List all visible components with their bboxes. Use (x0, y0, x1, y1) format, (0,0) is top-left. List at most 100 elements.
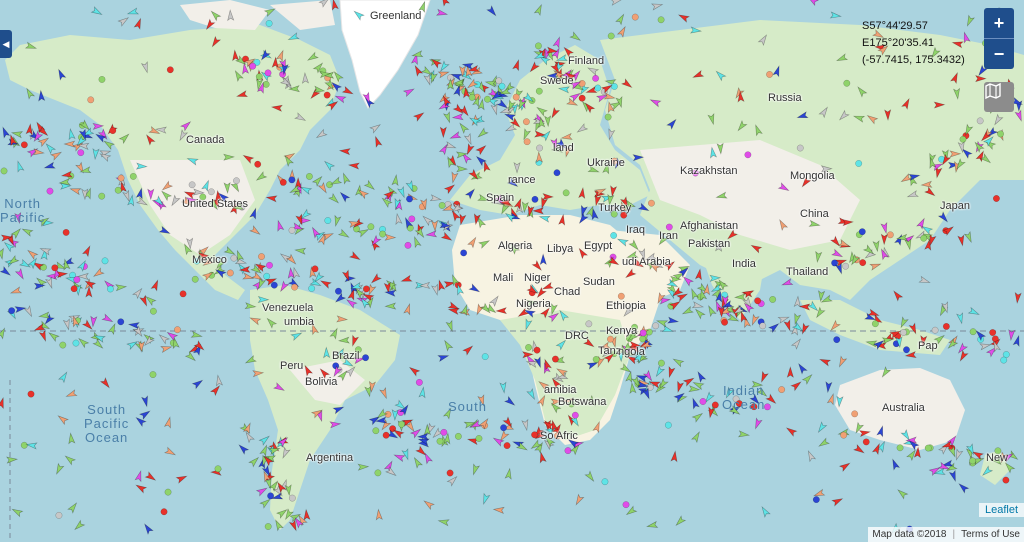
vessel-arrow-icon[interactable] (535, 286, 547, 300)
vessel-arrow-icon[interactable] (249, 225, 262, 237)
stationary-vessel-dot-icon[interactable] (959, 135, 967, 143)
vessel-arrow-icon[interactable] (414, 226, 426, 239)
vessel-arrow-icon[interactable] (753, 124, 763, 137)
vessel-arrow-icon[interactable] (689, 26, 703, 34)
vessel-arrow-icon[interactable] (58, 371, 69, 384)
vessel-arrow-icon[interactable] (632, 154, 645, 162)
vessel-arrow-icon[interactable] (790, 380, 803, 392)
stationary-vessel-dot-icon[interactable] (379, 230, 387, 238)
vessel-arrow-icon[interactable] (309, 323, 320, 336)
vessel-arrow-icon[interactable] (127, 321, 140, 330)
vessel-arrow-icon[interactable] (133, 17, 143, 30)
vessel-arrow-icon[interactable] (435, 8, 449, 17)
stationary-vessel-dot-icon[interactable] (46, 187, 54, 195)
stationary-vessel-dot-icon[interactable] (149, 371, 157, 379)
vessel-arrow-icon[interactable] (6, 456, 19, 464)
vessel-arrow-icon[interactable] (285, 253, 298, 266)
vessel-arrow-icon[interactable] (508, 242, 521, 255)
vessel-arrow-icon[interactable] (37, 136, 50, 148)
vessel-arrow-icon[interactable] (233, 69, 244, 82)
vessel-arrow-icon[interactable] (38, 89, 46, 102)
vessel-arrow-icon[interactable] (1014, 109, 1024, 122)
vessel-arrow-icon[interactable] (632, 258, 645, 269)
stationary-vessel-dot-icon[interactable] (475, 435, 483, 442)
vessel-arrow-icon[interactable] (587, 65, 600, 76)
vessel-arrow-icon[interactable] (796, 362, 808, 375)
vessel-arrow-icon[interactable] (990, 457, 1003, 465)
vessel-arrow-icon[interactable] (449, 131, 462, 141)
stationary-vessel-dot-icon[interactable] (481, 353, 489, 361)
stationary-vessel-dot-icon[interactable] (279, 178, 287, 186)
vessel-arrow-icon[interactable] (726, 229, 739, 241)
vessel-arrow-icon[interactable] (584, 470, 596, 483)
stationary-vessel-dot-icon[interactable] (610, 157, 618, 165)
vessel-arrow-icon[interactable] (523, 318, 533, 331)
vessel-arrow-icon[interactable] (134, 469, 144, 483)
vessel-arrow-icon[interactable] (488, 294, 501, 307)
stationary-vessel-dot-icon[interactable] (438, 201, 446, 209)
vessel-arrow-icon[interactable] (442, 339, 454, 352)
vessel-arrow-icon[interactable] (180, 120, 192, 132)
vessel-arrow-icon[interactable] (38, 329, 48, 342)
vessel-arrow-icon[interactable] (363, 179, 377, 192)
vessel-arrow-icon[interactable] (637, 202, 651, 213)
stationary-vessel-dot-icon[interactable] (415, 378, 423, 386)
vessel-arrow-icon[interactable] (542, 193, 555, 201)
stationary-vessel-dot-icon[interactable] (601, 478, 609, 486)
vessel-arrow-icon[interactable] (451, 113, 464, 121)
vessel-arrow-icon[interactable] (562, 45, 575, 58)
vessel-arrow-icon[interactable] (391, 173, 399, 187)
vessel-arrow-icon[interactable] (908, 322, 918, 335)
vessel-arrow-icon[interactable] (817, 437, 831, 448)
vessel-arrow-icon[interactable] (692, 69, 705, 80)
vessel-arrow-icon[interactable] (0, 396, 6, 410)
vessel-arrow-icon[interactable] (503, 395, 517, 408)
stationary-vessel-dot-icon[interactable] (362, 285, 370, 293)
stationary-vessel-dot-icon[interactable] (657, 359, 665, 367)
vessel-arrow-icon[interactable] (161, 180, 174, 192)
vessel-arrow-icon[interactable] (537, 379, 550, 391)
vessel-arrow-icon[interactable] (425, 230, 438, 238)
stationary-vessel-dot-icon[interactable] (871, 320, 879, 328)
vessel-arrow-icon[interactable] (132, 325, 145, 338)
stationary-vessel-dot-icon[interactable] (191, 275, 199, 283)
vessel-arrow-icon[interactable] (552, 36, 562, 49)
vessel-arrow-icon[interactable] (348, 251, 362, 262)
stationary-vessel-dot-icon[interactable] (323, 91, 331, 99)
stationary-vessel-dot-icon[interactable] (98, 192, 106, 200)
vessel-arrow-icon[interactable] (709, 146, 718, 159)
vessel-arrow-icon[interactable] (837, 238, 851, 249)
stationary-vessel-dot-icon[interactable] (460, 249, 468, 257)
vessel-arrow-icon[interactable] (223, 153, 235, 161)
vessel-arrow-icon[interactable] (408, 365, 421, 377)
stationary-vessel-dot-icon[interactable] (55, 511, 63, 519)
vessel-arrow-icon[interactable] (418, 281, 431, 289)
vessel-arrow-icon[interactable] (244, 355, 257, 366)
vessel-arrow-icon[interactable] (949, 71, 960, 85)
vessel-arrow-icon[interactable] (829, 235, 842, 248)
vessel-arrow-icon[interactable] (403, 303, 413, 316)
vessel-arrow-icon[interactable] (965, 14, 975, 27)
stationary-vessel-dot-icon[interactable] (454, 432, 462, 440)
vessel-arrow-icon[interactable] (24, 41, 38, 51)
stationary-vessel-dot-icon[interactable] (763, 403, 771, 411)
vessel-arrow-icon[interactable] (557, 85, 570, 94)
vessel-arrow-icon[interactable] (278, 280, 290, 293)
vessel-arrow-icon[interactable] (716, 142, 724, 155)
vessel-arrow-icon[interactable] (1012, 334, 1021, 347)
vessel-arrow-icon[interactable] (319, 278, 332, 289)
vessel-arrow-icon[interactable] (724, 386, 735, 399)
vessel-arrow-icon[interactable] (140, 61, 151, 74)
vessel-arrow-icon[interactable] (981, 465, 994, 477)
vessel-arrow-icon[interactable] (691, 301, 704, 310)
vessel-arrow-icon[interactable] (920, 180, 933, 188)
vessel-arrow-icon[interactable] (904, 238, 913, 251)
stationary-vessel-dot-icon[interactable] (270, 281, 278, 289)
vessel-arrow-icon[interactable] (880, 366, 892, 379)
vessel-arrow-icon[interactable] (142, 522, 154, 535)
stationary-vessel-dot-icon[interactable] (207, 188, 215, 196)
stationary-vessel-dot-icon[interactable] (534, 42, 542, 50)
vessel-arrow-icon[interactable] (458, 122, 470, 134)
vessel-arrow-icon[interactable] (439, 126, 447, 139)
vessel-arrow-icon[interactable] (826, 393, 836, 406)
